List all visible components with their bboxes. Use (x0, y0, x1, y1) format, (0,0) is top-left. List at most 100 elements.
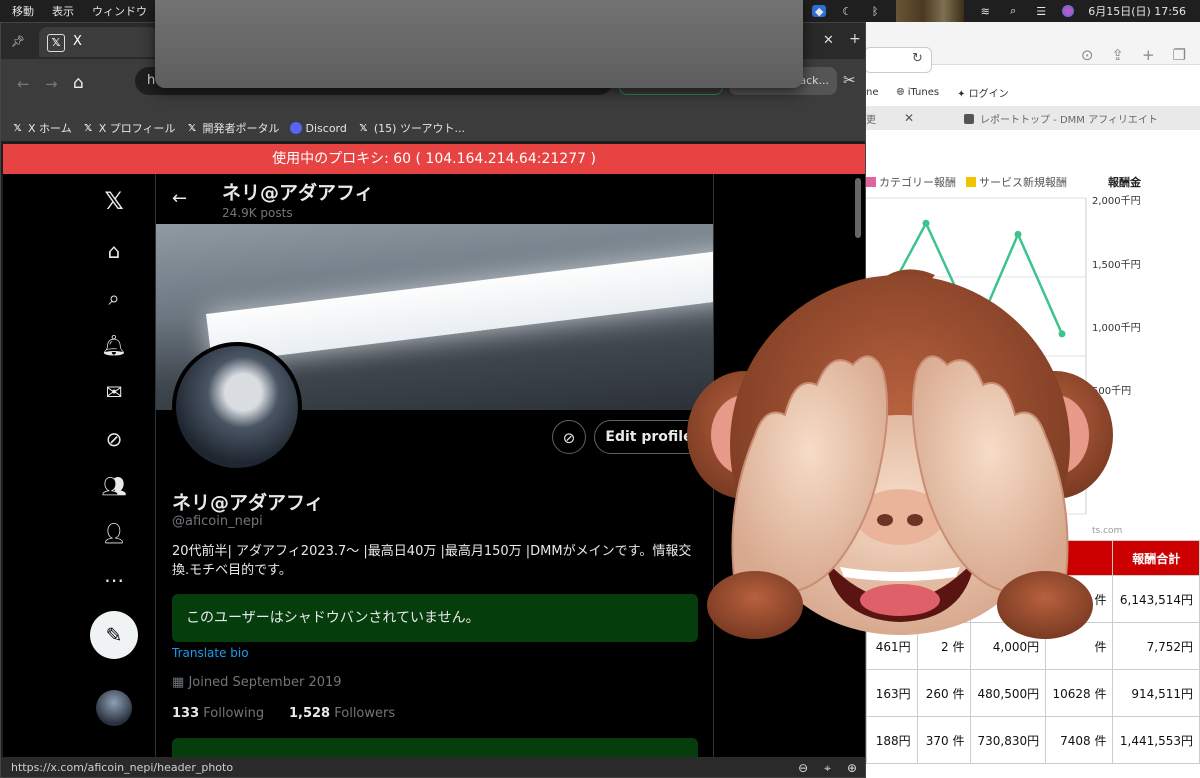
table-cell: 730,830円 (970, 716, 1047, 764)
more-icon[interactable]: ⋯ (101, 567, 127, 593)
profile-person-icon[interactable]: 👤︎ (101, 520, 127, 546)
x-logo-icon[interactable]: 𝕏 (101, 188, 127, 214)
tab-dmm-report[interactable]: レポートトップ - DMM アフィリエイト (964, 111, 1158, 126)
bookmark-label: 開発者ポータル (202, 122, 280, 135)
control-center-icon[interactable]: ☰ (1034, 5, 1048, 18)
status-bar: https://x.com/aficoin_nepi/header_photo … (1, 757, 865, 777)
bookmark-x-home[interactable]: 𝕏 X ホーム (11, 120, 71, 136)
status-url: https://x.com/aficoin_nepi/header_photo (11, 761, 234, 774)
table-row: 163円 260 件 480,500円 10628 件 914,511円 (866, 669, 1200, 717)
table-cell: 260 件 (916, 669, 972, 717)
join-date-text: Joined September 2019 (188, 675, 342, 690)
following-link[interactable]: 133 Following (172, 706, 264, 721)
wifi-icon[interactable]: ≋ (978, 5, 992, 18)
display-name: ネリ@アダアフィ (172, 492, 324, 514)
download-icon[interactable]: ⊙ (1081, 46, 1094, 64)
bookmark-two-out[interactable]: 𝕏 (15) ツーアウト... (357, 120, 465, 136)
close-tab-icon[interactable]: ✕ (823, 33, 834, 48)
bookmark-partial[interactable]: ne (866, 87, 879, 98)
followers-count: 1,528 (288, 706, 331, 721)
explore-search-icon[interactable]: ⌕ (101, 285, 127, 311)
table-cell: 370 件 (916, 716, 972, 764)
x-logo-icon: 𝕏 (187, 122, 197, 134)
bookmark-label: (15) ツーアウト... (373, 122, 466, 135)
scrollbar[interactable] (855, 178, 861, 238)
table-cell: 914,511円 (1112, 669, 1200, 717)
bluetooth-icon[interactable]: ᛒ (868, 5, 882, 18)
home-icon[interactable]: ⌂ (73, 73, 84, 93)
menu-window[interactable]: ウィンドウ (92, 3, 147, 19)
back-arrow-icon[interactable]: ← (172, 188, 187, 209)
home-icon[interactable]: ⌂ (101, 238, 127, 264)
tab-x[interactable]: 𝕏 X (39, 27, 159, 57)
bookmark-discord[interactable]: Discord (289, 121, 347, 135)
share-icon[interactable]: ⇪ (1111, 46, 1124, 64)
background-tabs: 更 ✕ レポートトップ - DMM アフィリエイト (866, 106, 1200, 130)
table-cell: 6,143,514円 (1112, 575, 1200, 623)
bookmarks-bar: 𝕏 X ホーム 𝕏 X プロフィール 𝕏 開発者ポータル Discord 𝕏 (15) … (1, 115, 865, 141)
profile-avatar[interactable] (172, 342, 302, 472)
dmm-icon (964, 113, 974, 124)
reload-icon[interactable]: ↻ (912, 51, 923, 66)
tab-overview-icon[interactable]: ❐ (1173, 46, 1186, 64)
legend-category: カテゴリー報酬 (866, 174, 956, 190)
communities-icon[interactable]: 👥︎ (101, 473, 127, 499)
grok-icon[interactable]: ⊘ (101, 426, 127, 452)
new-tab-icon[interactable]: + (849, 31, 861, 47)
tab-title: X (73, 34, 82, 49)
menu-go[interactable]: 移動 (12, 3, 34, 19)
discord-icon (289, 122, 302, 134)
bookmark-login[interactable]: ✦ ログイン (957, 85, 1009, 100)
search-icon[interactable]: ⌕ (1006, 4, 1020, 17)
following-label: Following (203, 706, 265, 721)
notifications-bell-icon[interactable]: 🔔︎ (101, 332, 127, 358)
see-no-evil-monkey-icon (687, 269, 1113, 639)
close-tab-icon[interactable]: ✕ (904, 111, 964, 125)
bookmark-itunes[interactable]: 🌐︎ iTunes (897, 87, 940, 98)
grok-analyze-button[interactable]: ⊘ (552, 420, 586, 454)
bookmark-login-label: ログイン (968, 88, 1009, 100)
table-cell: 1,441,553円 (1112, 716, 1200, 764)
background-toolbar: ↻ ⊙ ⇪ + ❐ (864, 22, 1200, 73)
bookmark-dev-portal[interactable]: 𝕏 開発者ポータル (186, 120, 280, 136)
back-arrow-icon[interactable]: ← (17, 75, 30, 93)
data-point[interactable] (922, 219, 930, 227)
background-bookmarks: ne 🌐︎ iTunes ✦ ログイン (866, 80, 1200, 104)
join-date: ▦ Joined September 2019 (172, 675, 342, 690)
tab-dmm-label: レポートトップ - DMM アフィリエイト (980, 114, 1158, 126)
moon-icon[interactable]: ☾ (840, 5, 854, 18)
post-count: 24.9K posts (222, 206, 293, 220)
menubar-clock[interactable]: 6月15日(日) 17:56 (1088, 3, 1186, 19)
bookmark-x-profile[interactable]: 𝕏 X プロフィール (82, 120, 176, 136)
siri-icon[interactable] (1062, 5, 1075, 17)
zoom-in-icon[interactable]: ⊕ (847, 757, 857, 777)
forward-arrow-icon[interactable]: → (45, 75, 58, 93)
target-icon[interactable]: ⌖ (824, 757, 831, 777)
bookmark-label: X プロフィール (98, 122, 176, 135)
translate-bio-link[interactable]: Translate bio (172, 646, 249, 660)
account-avatar[interactable] (96, 690, 132, 726)
header-profile-name: ネリ@アダアフィ (222, 182, 374, 204)
pin-icon[interactable]: 📌︎ (11, 35, 25, 48)
compose-post-button[interactable]: ✎ (90, 611, 138, 659)
proxy-banner: 使用中のプロキシ: 60 ( 104.164.214.64:21277 ) (3, 144, 865, 174)
legend-service: サービス新規報酬 (966, 174, 1067, 190)
tab-partial[interactable]: 更 (866, 111, 904, 126)
bookmark-label: Discord (305, 121, 347, 135)
messages-mail-icon[interactable]: ✉ (101, 379, 127, 405)
table-header-total: 報酬合計 (1112, 540, 1200, 576)
zoom-out-icon[interactable]: ⊖ (798, 757, 808, 777)
table-row: 188円 370 件 730,830円 7408 件 1,441,553円 (866, 716, 1200, 764)
feather-icon: ✎ (105, 623, 123, 647)
x-logo-icon: 𝕏 (84, 122, 93, 134)
x-sidebar: 𝕏 ⌂ ⌕ 🔔︎ ✉ ⊘ 👥︎ 👤︎ ⋯ ✎ (3, 174, 155, 757)
tools-icon[interactable]: ✂ (843, 71, 856, 89)
legend-category-label: カテゴリー報酬 (879, 176, 956, 189)
followers-link[interactable]: 1,528 Followers (289, 706, 395, 721)
data-point[interactable] (1014, 230, 1022, 238)
vpn-icon[interactable]: ◆ (812, 5, 827, 18)
following-count: 133 (172, 706, 200, 721)
table-cell: 480,500円 (970, 669, 1047, 717)
new-tab-icon[interactable]: + (1142, 46, 1155, 64)
menu-view[interactable]: 表示 (52, 3, 74, 19)
